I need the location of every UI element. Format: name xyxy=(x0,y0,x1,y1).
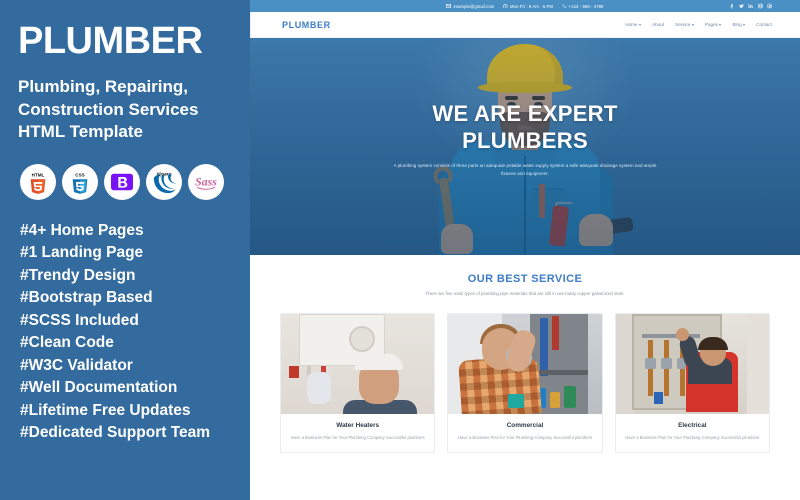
feature-item: #Clean Code xyxy=(20,334,114,352)
html5-badge: HTML xyxy=(20,163,56,200)
feature-item: #SCSS Included xyxy=(20,311,139,329)
service-card-electrical[interactable]: Electrical Have a Business Plan for Your… xyxy=(614,312,770,454)
feature-item: #4+ Home Pages xyxy=(20,221,144,239)
hero-paragraph: A plumbing system consists of three part… xyxy=(393,162,657,177)
website-preview: example@gmail.com Mon-Fri : 9 Am - 5 PM … xyxy=(250,0,800,500)
nav-item-blog-label: Blog xyxy=(732,22,742,27)
hero-heading: WE ARE EXPERT PLUMBERS xyxy=(250,101,800,155)
service-card-title: Commercial xyxy=(506,421,544,429)
nav-item-home-label: Home xyxy=(625,22,638,27)
envelope-icon xyxy=(446,4,452,8)
service-section: OUR BEST SERVICE There are five main typ… xyxy=(250,255,800,500)
clock-icon xyxy=(503,3,508,9)
top-contact-bar: example@gmail.com Mon-Fri : 9 Am - 5 PM … xyxy=(250,0,800,12)
hero-heading-line-2: PLUMBERS xyxy=(462,127,588,153)
feature-item: #Bootstrap Based xyxy=(20,289,153,307)
jquery-badge: jQuery xyxy=(146,163,182,200)
topbar-email[interactable]: example@gmail.com xyxy=(446,4,494,9)
hero-section: WE ARE EXPERT PLUMBERS A plumbing system… xyxy=(250,38,800,255)
twitter-icon[interactable] xyxy=(738,4,744,9)
topbar-phone[interactable]: +123 - 666 - 4789 xyxy=(562,4,603,9)
nav-item-contact-label: Contact xyxy=(756,22,772,27)
nav-item-pages-label: Pages xyxy=(704,22,718,27)
feature-item: #Trendy Design xyxy=(20,266,136,284)
nav-item-service[interactable]: Service xyxy=(675,22,694,27)
chevron-down-icon xyxy=(639,23,642,26)
nav-item-contact[interactable]: Contact xyxy=(756,22,772,27)
site-logo[interactable]: PLUMBER xyxy=(282,20,331,30)
hero-heading-line-1: WE ARE EXPERT xyxy=(432,101,618,126)
promo-subtitle-line-1: Plumbing, Repairing, xyxy=(18,77,189,96)
topbar-hours-text: Mon-Fri : 9 Am - 5 PM xyxy=(509,3,554,9)
service-card-title: Electrical xyxy=(678,421,707,429)
nav-links: Home About Service Pages Blog Contact xyxy=(625,22,772,27)
promo-title: PLUMBER xyxy=(18,20,203,62)
nav-item-about-label: About xyxy=(652,22,665,27)
main-navbar: PLUMBER Home About Service Pages Blog Co… xyxy=(250,12,800,38)
nav-item-pages[interactable]: Pages xyxy=(705,22,722,27)
electrical-panel-photo xyxy=(615,313,769,414)
nav-item-blog[interactable]: Blog xyxy=(732,22,746,27)
service-card-text: Have a Business Plan for Your Plumbing C… xyxy=(290,434,425,440)
service-card-water-heaters[interactable]: Water Heaters Have a Business Plan for Y… xyxy=(280,312,436,454)
service-card-text: Have a Business Plan for Your Plumbing C… xyxy=(457,434,593,440)
nav-item-home[interactable]: Home xyxy=(625,22,642,27)
promo-subtitle: Plumbing, Repairing, Construction Servic… xyxy=(18,76,240,144)
service-card-text: Have a Business Plan for Your Plumbing C… xyxy=(625,434,760,440)
topbar-phone-text: +123 - 666 - 4789 xyxy=(568,3,604,9)
social-links xyxy=(729,3,772,9)
svg-text:HTML: HTML xyxy=(32,172,45,177)
promo-panel: PLUMBER Plumbing, Repairing, Constructio… xyxy=(0,0,250,500)
service-title: OUR BEST SERVICE xyxy=(467,273,583,285)
chevron-down-icon xyxy=(719,23,722,26)
water-heater-photo xyxy=(281,313,435,414)
pinterest-icon[interactable] xyxy=(767,3,772,9)
feature-item: #1 Landing Page xyxy=(20,244,144,262)
feature-item: #Well Documentation xyxy=(20,379,178,397)
feature-item: #W3C Validator xyxy=(20,356,133,374)
bootstrap-badge xyxy=(104,163,140,200)
linkedin-icon[interactable] xyxy=(748,4,753,9)
instagram-icon[interactable] xyxy=(757,3,763,9)
commercial-plumbing-photo xyxy=(448,313,602,414)
svg-text:Sass: Sass xyxy=(195,174,217,188)
hero-copy: WE ARE EXPERT PLUMBERS A plumbing system… xyxy=(250,101,800,179)
sass-badge: Sass xyxy=(188,163,224,200)
promo-subtitle-line-3: HTML Template xyxy=(18,122,143,142)
promo-subtitle-line-2: Construction Services xyxy=(18,99,199,119)
chevron-down-icon xyxy=(691,23,694,26)
nav-item-service-label: Service xyxy=(675,22,691,27)
phone-icon xyxy=(562,4,567,8)
feature-list: #4+ Home Pages #1 Landing Page #Trendy D… xyxy=(20,220,250,445)
service-card-list: Water Heaters Have a Business Plan for Y… xyxy=(250,299,800,454)
service-subtitle: There are five main types of plumbing pi… xyxy=(425,291,625,296)
svg-text:CSS: CSS xyxy=(75,172,84,177)
css3-badge: CSS xyxy=(62,163,98,200)
nav-item-about[interactable]: About xyxy=(652,22,664,27)
topbar-email-text: example@gmail.com xyxy=(453,3,495,9)
facebook-icon[interactable] xyxy=(729,4,734,9)
chevron-down-icon xyxy=(743,23,746,26)
service-card-commercial[interactable]: Commercial Have a Business Plan for Your… xyxy=(447,312,603,454)
topbar-hours: Mon-Fri : 9 Am - 5 PM xyxy=(503,4,553,9)
feature-item: #Dedicated Support Team xyxy=(20,424,211,442)
tech-badge-list: HTML CSS jQuery Sass xyxy=(20,163,250,200)
feature-item: #Lifetime Free Updates xyxy=(20,401,191,419)
service-card-title: Water Heaters xyxy=(336,421,380,429)
